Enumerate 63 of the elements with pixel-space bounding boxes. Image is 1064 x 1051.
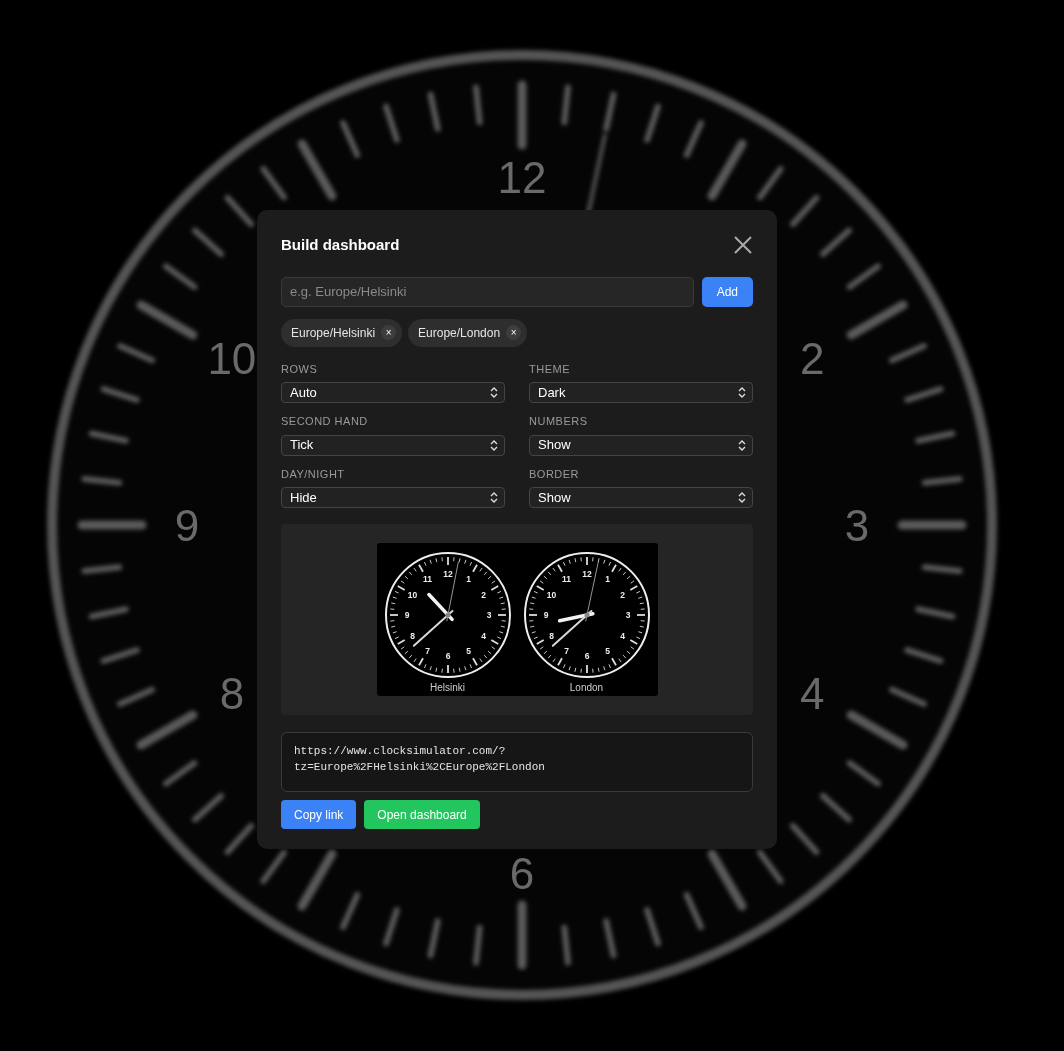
clock-numeral: 4 xyxy=(619,630,625,641)
clock-numeral: 7 xyxy=(424,645,430,656)
clock-numeral: 10 xyxy=(407,589,417,600)
clock-numeral: 9 xyxy=(404,610,409,620)
setting-select[interactable]: Hide xyxy=(281,487,505,508)
clock-numeral: 3 xyxy=(486,610,491,620)
setting-select[interactable]: Dark xyxy=(529,382,753,403)
clock-numeral: 1 xyxy=(604,574,610,585)
clock-numeral: 10 xyxy=(546,589,556,600)
chevron-icon xyxy=(490,492,498,503)
dialog-title: Build dashboard xyxy=(281,235,400,255)
clock-numeral: 6 xyxy=(584,651,589,661)
clock-numeral: 5 xyxy=(604,645,610,656)
chip-label: Europe/Helsinki xyxy=(291,324,376,342)
setting-select[interactable]: Show xyxy=(529,487,753,508)
link-field[interactable]: https://www.clocksimulator.com/? tz=Europe%2FHelsinki%2CEurope%2FLondon xyxy=(281,732,753,792)
chevron-icon xyxy=(490,439,498,451)
timezone-input[interactable]: e.g. Europe/Helsinki xyxy=(281,276,694,307)
clock-numeral: 3 xyxy=(625,610,630,620)
clock-numeral: 9 xyxy=(174,501,200,550)
clock-numeral: 6 xyxy=(445,651,450,661)
clock-numeral: 1 xyxy=(465,574,471,585)
add-button[interactable]: Add xyxy=(701,276,753,307)
clock-numeral: 11 xyxy=(422,574,432,585)
clock-numeral: 12 xyxy=(497,153,547,202)
setting-label: ROWS xyxy=(281,361,319,377)
clock-label: London xyxy=(569,683,604,693)
clock-numeral: 4 xyxy=(799,668,825,718)
clock-numeral: 12 xyxy=(581,569,592,579)
remove-chip-button[interactable]: × xyxy=(506,325,522,340)
setting-label: DAY/NIGHT xyxy=(281,466,346,482)
clock-numeral: 6 xyxy=(509,849,535,898)
remove-chip-button[interactable]: × xyxy=(381,325,397,340)
chevron-icon xyxy=(738,387,746,398)
clock-numeral: 2 xyxy=(480,589,486,600)
setting-label: BORDER xyxy=(529,466,581,482)
setting-select[interactable]: Show xyxy=(529,434,753,456)
clock-numeral: 4 xyxy=(480,630,486,641)
setting-label: SECOND HAND xyxy=(281,414,369,429)
clock-numeral: 8 xyxy=(548,630,554,641)
clock-numeral: 8 xyxy=(409,630,415,641)
clock-numeral: 10 xyxy=(207,333,257,383)
clock-label: Helsinki xyxy=(430,683,465,693)
setting-select[interactable]: Tick xyxy=(281,434,505,456)
clock-numeral: 5 xyxy=(465,645,471,656)
close-button[interactable] xyxy=(733,235,753,256)
action-button[interactable]: Copy link xyxy=(281,800,357,829)
clock-numeral: 12 xyxy=(442,569,453,579)
clock-numeral: 3 xyxy=(844,501,870,550)
chevron-icon xyxy=(738,439,746,451)
clock-numeral: 2 xyxy=(619,589,625,600)
setting-label: NUMBERS xyxy=(529,414,589,429)
close-icon xyxy=(734,236,752,255)
clock-numeral: 2 xyxy=(799,333,825,383)
setting-label: THEME xyxy=(529,361,571,377)
clock-numeral: 8 xyxy=(219,668,245,718)
clock-numeral: 9 xyxy=(543,610,548,620)
clock-numeral: 11 xyxy=(561,574,571,585)
setting-select[interactable]: Auto xyxy=(281,382,505,403)
chevron-icon xyxy=(490,387,498,398)
clock-numeral: 7 xyxy=(563,645,569,656)
chevron-icon xyxy=(738,492,746,503)
chip-label: Europe/London xyxy=(418,324,501,342)
